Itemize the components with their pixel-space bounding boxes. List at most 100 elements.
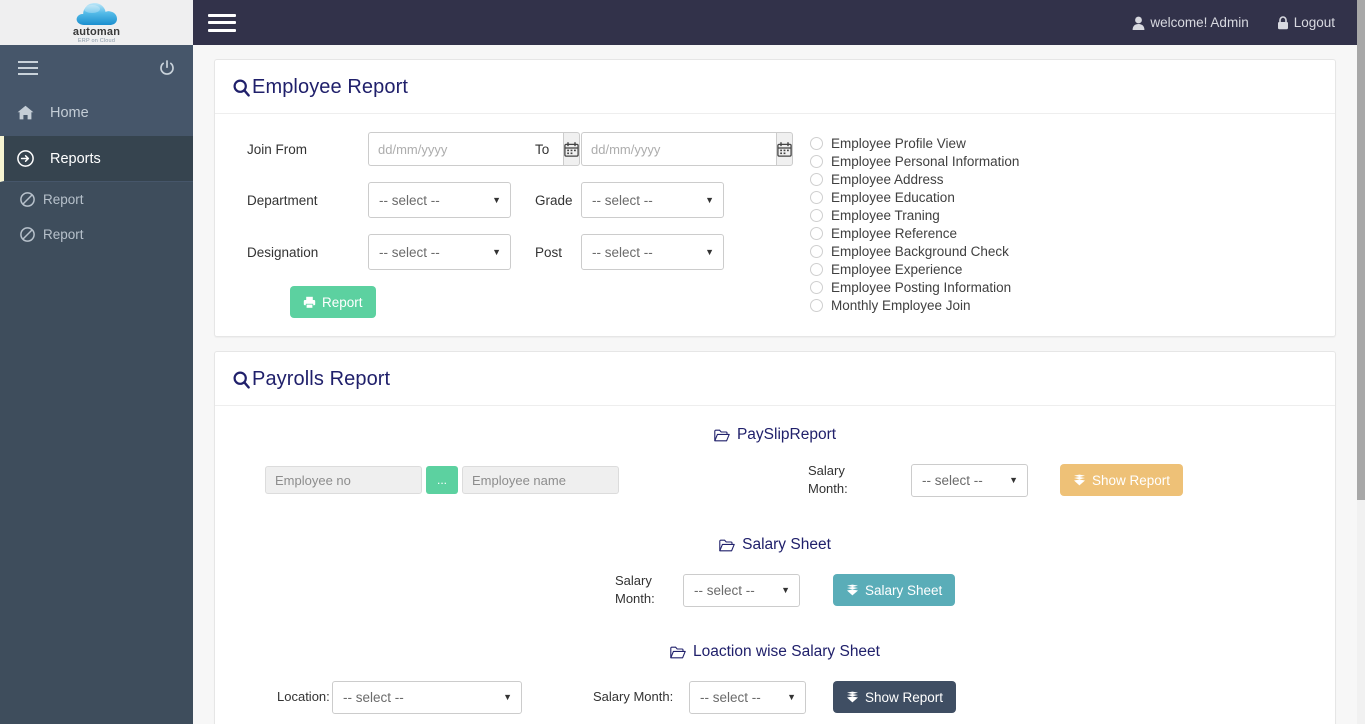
page-scrollbar-track[interactable] <box>1357 0 1365 724</box>
salary-sheet-month-select[interactable]: -- select -- ▼ <box>683 573 800 607</box>
radio-employee-profile-view[interactable]: Employee Profile View <box>810 134 1019 152</box>
radio-icon[interactable] <box>810 190 823 204</box>
payrolls-title: Payrolls Report <box>252 368 391 390</box>
report-button-row: Report <box>233 286 798 318</box>
location-salary-sheet-title-label: Loaction wise Salary Sheet <box>693 643 880 660</box>
sidebar-subitem-report-2[interactable]: Report <box>0 217 193 252</box>
employee-no-input[interactable] <box>265 466 422 494</box>
sidebar-collapse-button[interactable] <box>18 60 38 75</box>
employee-report-card: Employee Report Join From dd/mm/yyyy To … <box>214 59 1336 337</box>
post-select[interactable]: -- select -- ▼ <box>581 234 724 270</box>
sidebar-subitem-report-1[interactable]: Report <box>0 182 193 217</box>
logout-button[interactable]: Logout <box>1277 15 1335 30</box>
location-salary-sheet-row: Location: -- select -- ▼ Salary Month: -… <box>233 671 1317 723</box>
radio-icon[interactable] <box>810 154 823 168</box>
sidebar-item-label: Home <box>50 104 89 121</box>
header-actions: welcome! Admin Logout <box>1132 15 1365 30</box>
payslip-section-title: PaySlipReport <box>233 426 1317 444</box>
department-label: Department <box>247 192 318 208</box>
employee-report-body: Join From dd/mm/yyyy To dd/mm/yyyy Depar… <box>215 114 1335 336</box>
sidebar: Home Reports Report Report <box>0 45 193 724</box>
radio-employee-education[interactable]: Employee Education <box>810 188 1019 206</box>
calendar-icon <box>777 141 792 157</box>
main-content: Employee Report Join From dd/mm/yyyy To … <box>193 45 1357 724</box>
radio-icon[interactable] <box>810 208 823 222</box>
grade-label: Grade <box>535 192 573 208</box>
payslip-title-label: PaySlipReport <box>736 426 837 443</box>
radio-monthly-employee-join[interactable]: Monthly Employee Join <box>810 296 1019 314</box>
payslip-salary-month-select[interactable]: -- select -- ▼ <box>911 463 1028 497</box>
salary-sheet-month-label: Salary Month: <box>615 573 655 606</box>
home-icon <box>14 105 36 120</box>
chevron-down-icon: ▼ <box>705 195 714 205</box>
brand-name: automan <box>72 25 121 38</box>
radio-icon[interactable] <box>810 226 823 240</box>
designation-label: Designation <box>247 244 319 260</box>
sidebar-item-home[interactable]: Home <box>0 90 193 136</box>
designation-select-value: -- select -- <box>379 244 440 260</box>
join-from-date-group <box>368 132 580 166</box>
location-select[interactable]: -- select -- ▼ <box>332 680 522 714</box>
search-icon <box>233 370 250 389</box>
radio-employee-address[interactable]: Employee Address <box>810 170 1019 188</box>
top-header: welcome! Admin Logout <box>193 0 1365 45</box>
radio-employee-background-check[interactable]: Employee Background Check <box>810 242 1019 260</box>
radio-label: Monthly Employee Join <box>831 297 971 313</box>
radio-label: Employee Background Check <box>831 243 1009 259</box>
to-calendar-button[interactable] <box>776 132 793 166</box>
location-salary-month-label: Salary Month: <box>593 689 674 704</box>
radio-icon[interactable] <box>810 136 823 150</box>
menu-toggle-button[interactable] <box>208 12 236 34</box>
power-icon[interactable] <box>159 59 175 76</box>
department-select[interactable]: -- select -- ▼ <box>368 182 511 218</box>
page-scrollbar-thumb[interactable] <box>1357 0 1365 500</box>
radio-employee-personal-information[interactable]: Employee Personal Information <box>810 152 1019 170</box>
folder-open-icon <box>719 539 735 552</box>
employee-name-input[interactable] <box>462 466 619 494</box>
radio-employee-reference[interactable]: Employee Reference <box>810 224 1019 242</box>
payslip-show-report-button[interactable]: Show Report <box>1060 464 1184 496</box>
designation-select[interactable]: -- select -- ▼ <box>368 234 511 270</box>
user-icon <box>1133 16 1145 30</box>
book-icon <box>846 584 859 596</box>
salary-sheet-button[interactable]: Salary Sheet <box>833 574 956 606</box>
employee-report-button[interactable]: Report <box>290 286 376 318</box>
folder-open-icon <box>670 646 686 659</box>
join-from-row: Join From dd/mm/yyyy To dd/mm/yyyy <box>233 132 798 166</box>
department-select-value: -- select -- <box>379 192 440 208</box>
sidebar-subitem-label: Report <box>43 192 84 207</box>
brand-logo[interactable]: automan ERP on Cloud <box>0 0 193 45</box>
chevron-down-icon: ▼ <box>492 247 501 257</box>
radio-label: Employee Traning <box>831 207 940 223</box>
grade-select-value: -- select -- <box>592 192 653 208</box>
grade-select[interactable]: -- select -- ▼ <box>581 182 724 218</box>
location-label: Location: <box>277 689 330 704</box>
payslip-show-report-label: Show Report <box>1092 472 1171 488</box>
payslip-salary-month-label: Salary Month: <box>808 463 848 496</box>
sidebar-item-reports[interactable]: Reports <box>0 136 193 182</box>
radio-employee-experience[interactable]: Employee Experience <box>810 260 1019 278</box>
radio-employee-posting-information[interactable]: Employee Posting Information <box>810 278 1019 296</box>
radio-icon[interactable] <box>810 280 823 294</box>
chevron-down-icon: ▼ <box>503 692 512 702</box>
radio-icon[interactable] <box>810 298 823 312</box>
location-show-report-button[interactable]: Show Report <box>833 681 957 713</box>
radio-employee-traning[interactable]: Employee Traning <box>810 206 1019 224</box>
print-icon <box>303 296 316 309</box>
chevron-down-icon: ▼ <box>781 585 790 595</box>
employee-lookup-button[interactable]: ... <box>426 466 458 494</box>
radio-icon[interactable] <box>810 244 823 258</box>
radio-icon[interactable] <box>810 172 823 186</box>
radio-icon[interactable] <box>810 262 823 276</box>
report-type-radio-group: Employee Profile View Employee Personal … <box>798 132 1019 318</box>
welcome-user[interactable]: welcome! Admin <box>1132 15 1249 30</box>
ban-icon <box>20 192 35 207</box>
post-label: Post <box>535 244 563 260</box>
radio-label: Employee Experience <box>831 261 963 277</box>
to-label: To <box>535 141 550 157</box>
location-salary-month-select[interactable]: -- select -- ▼ <box>689 680 806 714</box>
to-input[interactable] <box>581 132 776 166</box>
location-show-report-label: Show Report <box>865 689 944 705</box>
book-icon <box>846 691 859 703</box>
department-row: Department -- select -- ▼ Grade -- selec… <box>233 182 798 218</box>
